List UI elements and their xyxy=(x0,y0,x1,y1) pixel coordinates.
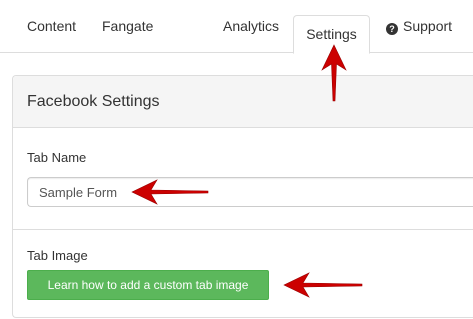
tab-support-label: Support xyxy=(403,18,453,34)
tab-analytics[interactable]: Analytics xyxy=(223,0,279,53)
tab-name-label: Tab Name xyxy=(27,150,87,165)
custom-tab-image-button[interactable]: Learn how to add a custom tab image xyxy=(27,270,269,300)
facebook-settings-panel: Facebook Settings Tab Name Tab Image Lea… xyxy=(12,75,473,318)
tab-name-input[interactable] xyxy=(27,177,473,207)
red-arrow-icon xyxy=(131,179,209,205)
divider xyxy=(13,229,473,230)
tab-bar: Content Fangate Analytics Settings ? Supp… xyxy=(0,0,473,54)
question-circle-icon: ? xyxy=(386,23,398,35)
tab-support[interactable]: ? Support xyxy=(386,0,452,53)
tab-fangate[interactable]: Fangate xyxy=(102,0,153,53)
tab-image-label: Tab Image xyxy=(27,248,88,263)
red-arrow-icon xyxy=(321,44,347,102)
tab-content[interactable]: Content xyxy=(27,0,76,53)
red-arrow-icon xyxy=(283,272,363,298)
panel-title: Facebook Settings xyxy=(27,93,160,110)
settings-page: Content Fangate Analytics Settings ? Supp… xyxy=(0,0,473,319)
panel-heading: Facebook Settings xyxy=(13,76,473,128)
